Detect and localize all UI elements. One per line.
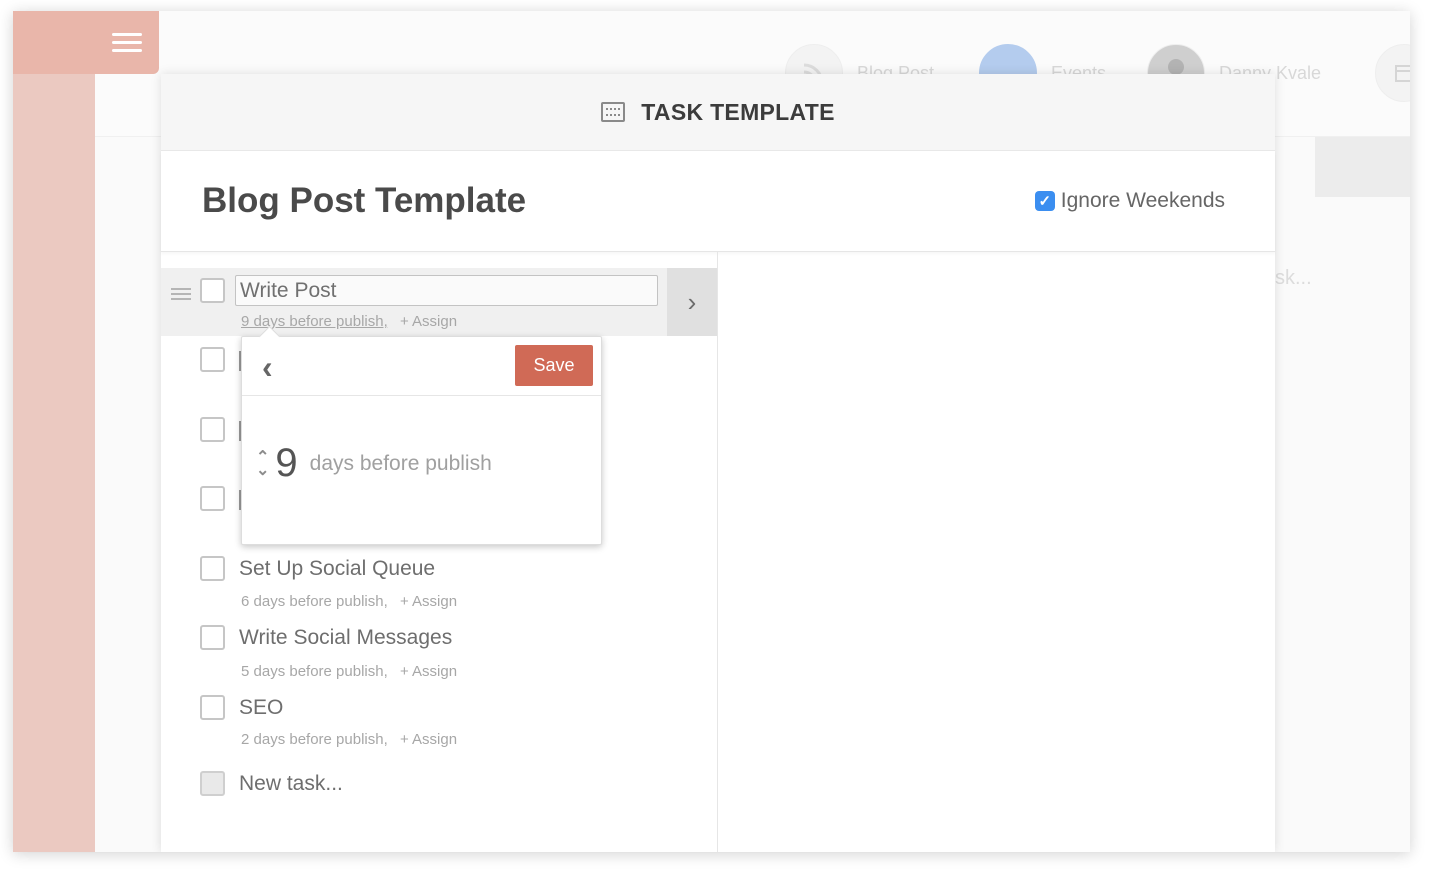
comments-tab[interactable] xyxy=(1315,137,1410,197)
calendar-button[interactable] xyxy=(1375,44,1410,102)
task-meta: 2 days before publish, + Assign xyxy=(241,731,457,748)
task-checkbox[interactable] xyxy=(200,556,225,581)
task-checkbox[interactable] xyxy=(200,347,225,372)
task-assign-link[interactable]: + Assign xyxy=(400,663,457,680)
task-meta: 6 days before publish, + Assign xyxy=(241,593,457,610)
task-assign-link[interactable]: + Assign xyxy=(400,593,457,610)
task-name-input[interactable] xyxy=(235,275,658,306)
popover-header: ‹ Save xyxy=(242,337,601,396)
menu-button[interactable] xyxy=(13,11,159,74)
task-row-active[interactable]: 9 days before publish, + Assign xyxy=(161,268,667,336)
days-stepper: ⌃ ⌄ 9 days before publish xyxy=(256,441,492,486)
task-due-link[interactable]: 6 days before publish, xyxy=(241,593,388,610)
stepper-arrows-icon[interactable]: ⌃ ⌄ xyxy=(256,449,269,478)
days-suffix: days before publish xyxy=(309,451,492,475)
hamburger-icon xyxy=(112,28,142,57)
new-task-input[interactable]: New task... xyxy=(239,772,343,796)
task-meta: 5 days before publish, + Assign xyxy=(241,663,457,680)
modal-title: TASK TEMPLATE xyxy=(641,98,835,125)
calendar-icon xyxy=(1375,44,1410,102)
task-name[interactable]: Write Social Messages xyxy=(239,626,452,650)
drag-handle-icon[interactable] xyxy=(171,285,191,303)
sidebar xyxy=(13,11,95,852)
template-name[interactable]: Blog Post Template xyxy=(202,181,526,221)
due-date-popover: ‹ Save ⌃ ⌄ 9 days before publish xyxy=(241,336,602,545)
task-list: 9 days before publish, + Assign › Set Up… xyxy=(161,251,718,852)
modal-header: TASK TEMPLATE xyxy=(161,74,1275,151)
app-window: Blog Post Events Danny Kvale sk... TASK … xyxy=(13,11,1410,852)
save-button[interactable]: Save xyxy=(515,345,593,386)
template-icon xyxy=(601,102,626,122)
task-due-link[interactable]: 9 days before publish, xyxy=(241,313,388,330)
task-checkbox[interactable] xyxy=(200,278,225,303)
task-assign-link[interactable]: + Assign xyxy=(400,731,457,748)
task-checkbox[interactable] xyxy=(200,625,225,650)
task-name[interactable]: SEO xyxy=(239,696,283,720)
task-checkbox[interactable] xyxy=(200,695,225,720)
task-name[interactable]: Set Up Social Queue xyxy=(239,557,435,581)
days-value[interactable]: 9 xyxy=(275,441,297,486)
ghost-new-task: sk... xyxy=(1275,267,1312,289)
task-template-modal: TASK TEMPLATE Blog Post Template ✓ Ignor… xyxy=(161,74,1275,852)
title-row: Blog Post Template ✓ Ignore Weekends xyxy=(161,151,1275,252)
back-chevron-icon[interactable]: ‹ xyxy=(262,349,273,386)
ignore-weekends-checkbox[interactable]: ✓ xyxy=(1034,191,1055,211)
task-checkbox[interactable] xyxy=(200,417,225,442)
task-meta: 9 days before publish, + Assign xyxy=(241,313,457,330)
new-task-checkbox xyxy=(200,771,225,796)
ignore-weekends-label: Ignore Weekends xyxy=(1060,189,1225,212)
ignore-weekends-toggle[interactable]: ✓ Ignore Weekends xyxy=(1034,189,1225,213)
task-assign-link[interactable]: + Assign xyxy=(400,313,457,330)
chevron-right-icon[interactable]: › xyxy=(667,268,717,336)
task-checkbox[interactable] xyxy=(200,486,225,511)
task-due-link[interactable]: 5 days before publish, xyxy=(241,663,388,680)
task-due-link[interactable]: 2 days before publish, xyxy=(241,731,388,748)
